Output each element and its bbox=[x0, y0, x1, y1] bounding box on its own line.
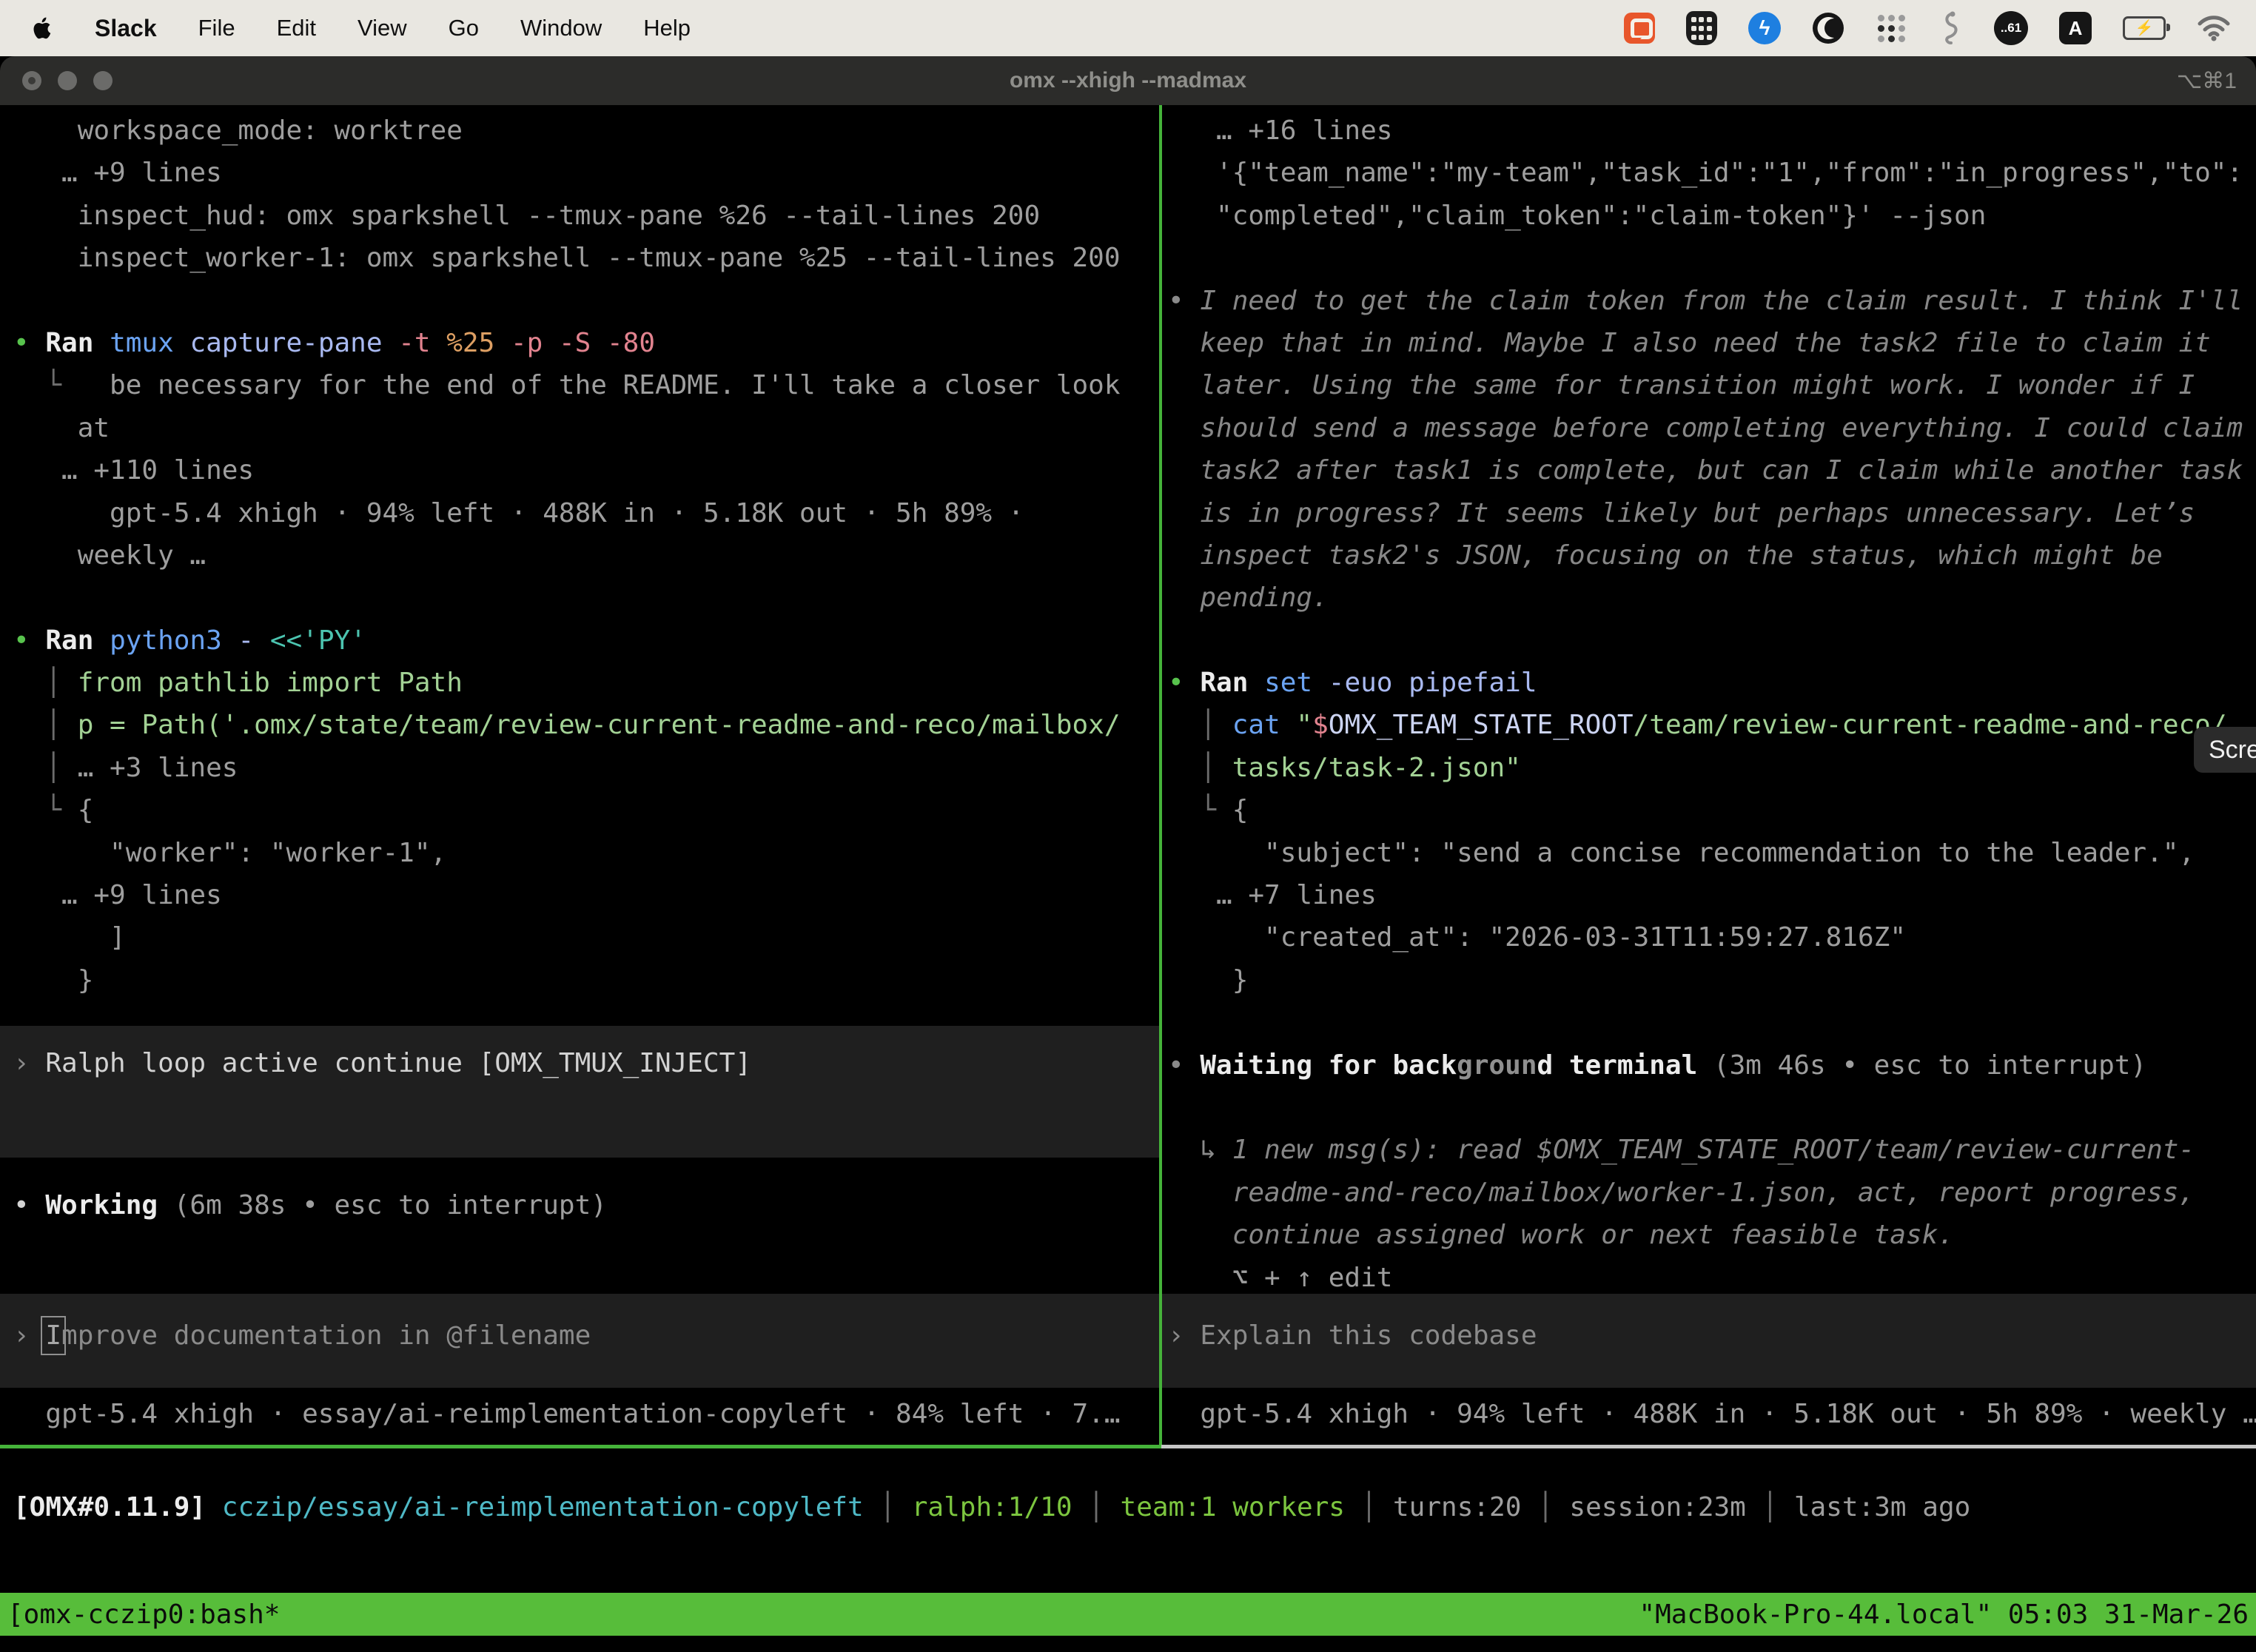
terminal-line: … +9 lines bbox=[13, 874, 1153, 916]
terminal-line: │ cat "$OMX_TEAM_STATE_ROOT/team/review-… bbox=[1168, 704, 2256, 746]
wifi-icon[interactable] bbox=[2197, 15, 2231, 41]
terminal-line: … +110 lines bbox=[13, 449, 1153, 491]
menu-view[interactable]: View bbox=[357, 15, 407, 41]
terminal-line: inspect task2's JSON, focusing on the st… bbox=[1168, 534, 2256, 577]
terminal-line: … +16 lines bbox=[1168, 110, 2256, 152]
keypad-icon[interactable] bbox=[1686, 11, 1717, 45]
terminal-line: │ from pathlib import Path bbox=[13, 662, 1153, 704]
right-pane-statusline: gpt-5.4 xhigh · 94% left · 488K in · 5.1… bbox=[1168, 1393, 2256, 1435]
terminal-line: • I need to get the claim token from the… bbox=[1168, 280, 2256, 322]
screenshot-tooltip: Scre bbox=[2194, 727, 2256, 773]
terminal-line: • Ran python3 - <<'PY' bbox=[13, 620, 1153, 662]
terminal-line: │ tasks/task-2.json" bbox=[1168, 747, 2256, 789]
chat-app-icon[interactable] bbox=[1624, 13, 1655, 44]
terminal-line: continue assigned work or next feasible … bbox=[1168, 1214, 2256, 1256]
terminal-line: should send a message before completing … bbox=[1168, 407, 2256, 449]
screenshot-tooltip-label: Scre bbox=[2209, 736, 2256, 765]
tmux-host-clock: "MacBook-Pro-44.local" 05:03 31-Mar-26 bbox=[1639, 1599, 2249, 1630]
zoom-button[interactable] bbox=[93, 71, 113, 90]
squiggle-icon[interactable] bbox=[1938, 10, 1963, 46]
battery-charging-icon[interactable]: ⚡ bbox=[2123, 16, 2166, 40]
crescent-icon[interactable] bbox=[1812, 12, 1844, 44]
terminal-line: ↳ 1 new msg(s): read $OMX_TEAM_STATE_ROO… bbox=[1168, 1129, 2256, 1171]
desktop-screen: Slack File Edit View Go Window Help ϟ ..… bbox=[0, 0, 2256, 1652]
omx-session-statusbar: [OMX#0.11.9] cczip/essay/ai-reimplementa… bbox=[13, 1486, 2241, 1528]
terminal-line: │ p = Path('.omx/state/team/review-curre… bbox=[13, 704, 1153, 746]
terminal-line: inspect_hud: omx sparkshell --tmux-pane … bbox=[13, 195, 1153, 237]
terminal-line: weekly … bbox=[13, 534, 1153, 577]
terminal-line: at bbox=[13, 407, 1153, 449]
menu-file[interactable]: File bbox=[198, 15, 235, 41]
terminal-window: omx --xhigh --madmax ⌥⌘1 workspace_mode:… bbox=[0, 56, 2256, 1652]
macos-menubar: Slack File Edit View Go Window Help ϟ ..… bbox=[0, 0, 2256, 56]
terminal-line: • Ran set -euo pipefail bbox=[1168, 662, 2256, 704]
menu-edit[interactable]: Edit bbox=[277, 15, 316, 41]
terminal-line: task2 after task1 is complete, but can I… bbox=[1168, 449, 2256, 491]
terminal-line: workspace_mode: worktree bbox=[13, 110, 1153, 152]
menu-app-slack[interactable]: Slack bbox=[95, 15, 157, 42]
terminal-line: inspect_worker-1: omx sparkshell --tmux-… bbox=[13, 237, 1153, 279]
ralph-loop-status: › Ralph loop active continue [OMX_TMUX_I… bbox=[13, 1042, 751, 1084]
menu-go[interactable]: Go bbox=[449, 15, 479, 41]
pane-bottom-border-inactive bbox=[1161, 1445, 2256, 1448]
window-shortcut-badge: ⌥⌘1 bbox=[2177, 68, 2237, 94]
terminal-line: └ { bbox=[13, 789, 1153, 831]
terminal-line: gpt-5.4 xhigh · 94% left · 488K in · 5.1… bbox=[13, 492, 1153, 534]
right-pane-output[interactable]: … +16 lines '{"team_name":"my-team","tas… bbox=[1168, 110, 2256, 1299]
terminal-line bbox=[1168, 620, 2256, 662]
terminal-line: "subject": "send a concise recommendatio… bbox=[1168, 832, 2256, 874]
terminal-line bbox=[1168, 1001, 2256, 1044]
terminal-line: pending. bbox=[1168, 577, 2256, 619]
right-prompt-input[interactable]: › Explain this codebase bbox=[1168, 1314, 1537, 1357]
apple-menu-icon[interactable] bbox=[31, 15, 53, 41]
pane-bottom-border-active bbox=[0, 1445, 1161, 1448]
window-titlebar[interactable]: omx --xhigh --madmax ⌥⌘1 bbox=[0, 56, 2256, 105]
terminal-line: └ { bbox=[1168, 789, 2256, 831]
terminal-line: "completed","claim_token":"claim-token"}… bbox=[1168, 195, 2256, 237]
left-pane-output[interactable]: workspace_mode: worktree … +9 lines insp… bbox=[13, 110, 1153, 1001]
terminal-line: readme-and-reco/mailbox/worker-1.json, a… bbox=[1168, 1172, 2256, 1214]
terminal-line: │ … +3 lines bbox=[13, 747, 1153, 789]
tmux-statusbar: [omx-cczip0:bash* "MacBook-Pro-44.local"… bbox=[0, 1593, 2256, 1636]
working-status: • Working (6m 38s • esc to interrupt) bbox=[13, 1184, 607, 1226]
terminal-line: later. Using the same for transition mig… bbox=[1168, 364, 2256, 406]
terminal-line bbox=[13, 280, 1153, 322]
minimize-button[interactable] bbox=[58, 71, 77, 90]
menu-help[interactable]: Help bbox=[643, 15, 691, 41]
pane-divider bbox=[1159, 105, 1162, 1446]
terminal-line: … +7 lines bbox=[1168, 874, 2256, 916]
terminal-line: • Waiting for background terminal (3m 46… bbox=[1168, 1044, 2256, 1087]
terminal-line: '{"team_name":"my-team","task_id":"1","f… bbox=[1168, 152, 2256, 194]
menu-window[interactable]: Window bbox=[520, 15, 602, 41]
left-prompt-input[interactable]: › Improve documentation in @filename bbox=[13, 1314, 591, 1357]
terminal-line: } bbox=[13, 959, 1153, 1001]
terminal-line: "worker": "worker-1", bbox=[13, 832, 1153, 874]
blue-flash-icon[interactable]: ϟ bbox=[1748, 12, 1781, 44]
terminal-line: … +9 lines bbox=[13, 152, 1153, 194]
key-a-icon[interactable]: A bbox=[2059, 12, 2092, 44]
terminal-line: } bbox=[1168, 959, 2256, 1001]
terminal-line bbox=[1168, 237, 2256, 279]
close-button[interactable] bbox=[22, 71, 41, 90]
terminal-line: ] bbox=[13, 916, 1153, 958]
terminal-line: └ be necessary for the end of the README… bbox=[13, 364, 1153, 406]
window-title: omx --xhigh --madmax bbox=[1010, 68, 1246, 93]
terminal-line: is in progress? It seems likely but perh… bbox=[1168, 492, 2256, 534]
terminal-line bbox=[13, 577, 1153, 619]
terminal-line: keep that in mind. Maybe I also need the… bbox=[1168, 322, 2256, 364]
terminal-line: ⌥ + ↑ edit bbox=[1168, 1257, 2256, 1299]
left-pane-statusline: gpt-5.4 xhigh · essay/ai-reimplementatio… bbox=[13, 1393, 1153, 1435]
terminal-line: • Ran tmux capture-pane -t %25 -p -S -80 bbox=[13, 322, 1153, 364]
badge-61-icon[interactable]: ..61 bbox=[1994, 11, 2028, 45]
terminal-line: "created_at": "2026-03-31T11:59:27.816Z" bbox=[1168, 916, 2256, 958]
dots-grid-icon[interactable] bbox=[1876, 13, 1907, 44]
terminal-line bbox=[1168, 1087, 2256, 1129]
tmux-session-name[interactable]: [omx-cczip0:bash* bbox=[7, 1599, 280, 1630]
